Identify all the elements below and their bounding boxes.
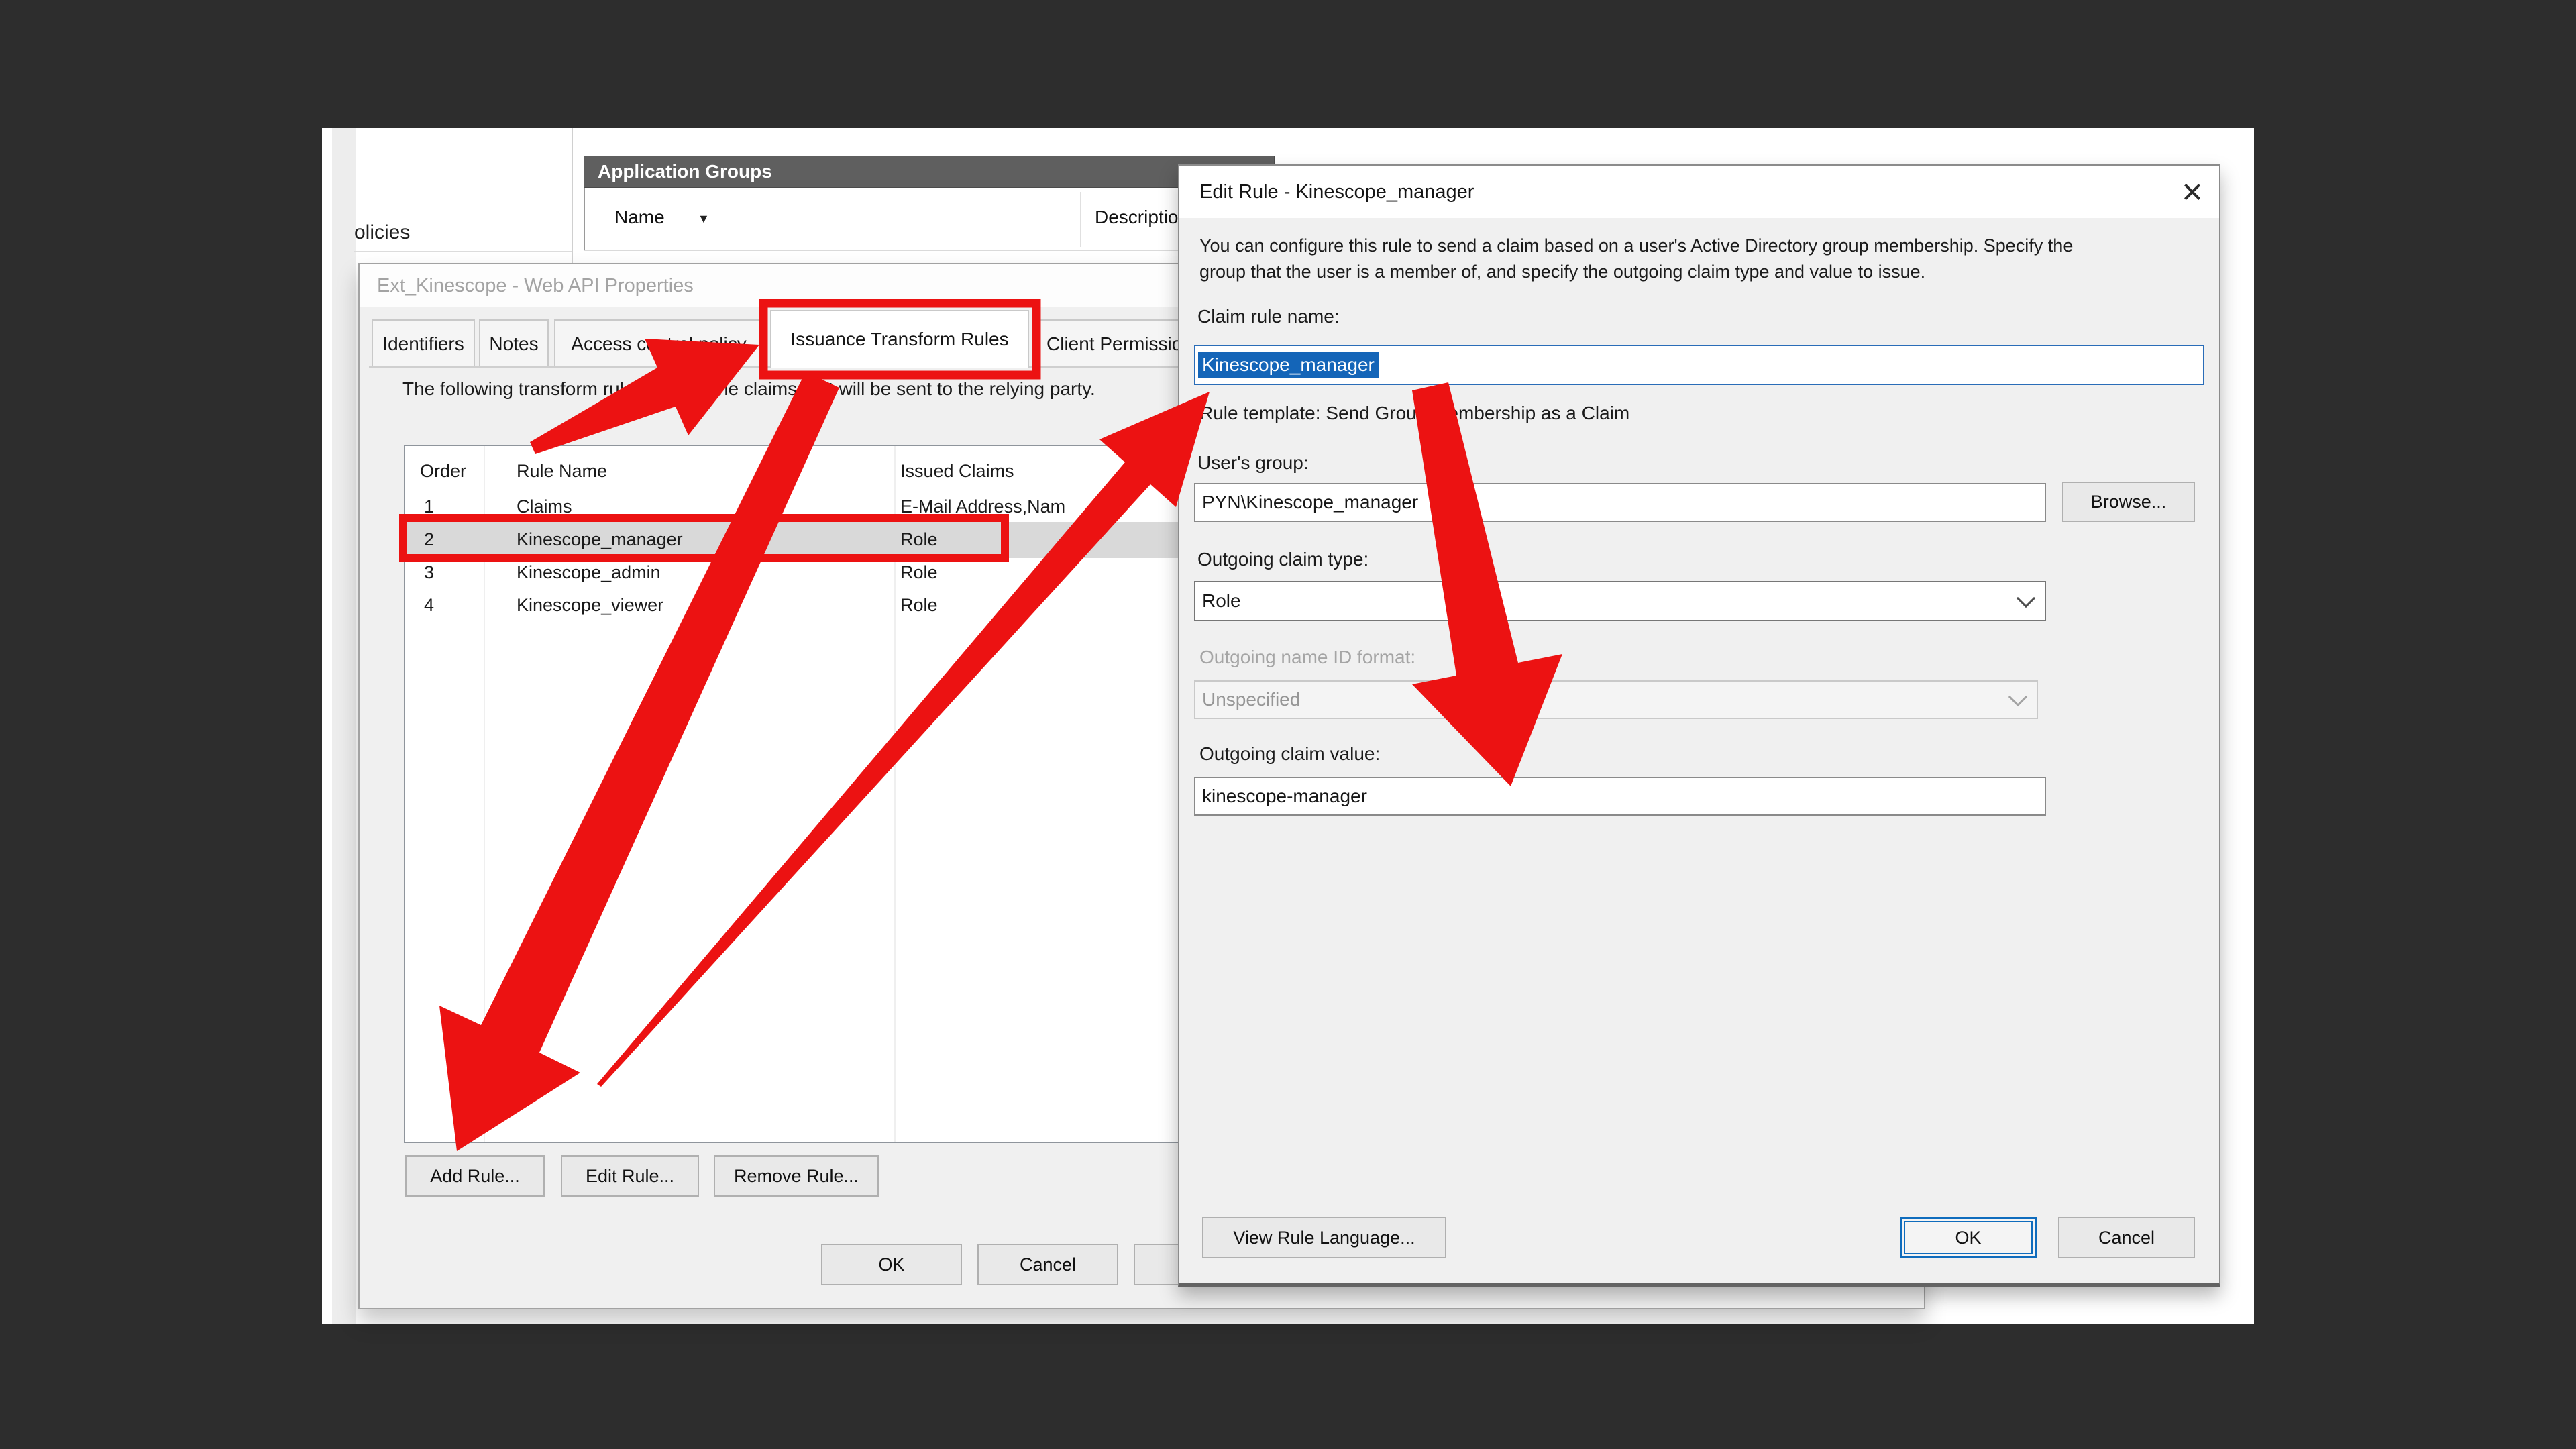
column-separator bbox=[1080, 192, 1081, 247]
edit-rule-title-bar[interactable]: Edit Rule - Kinescope_manager bbox=[1179, 166, 2219, 218]
app-groups-header-bar: Application Groups bbox=[584, 156, 1275, 188]
outgoing-claim-type-select[interactable]: Role bbox=[1194, 581, 2046, 621]
edit-rule-description: You can configure this rule to send a cl… bbox=[1199, 233, 2206, 285]
field-value: kinescope-manager bbox=[1202, 786, 1367, 807]
tab-issuance-transform-rules[interactable]: Issuance Transform Rules bbox=[770, 310, 1029, 368]
edit-rule-button[interactable]: Edit Rule... bbox=[561, 1155, 699, 1197]
row-order: 1 bbox=[424, 496, 434, 517]
button-label: OK bbox=[1955, 1228, 1981, 1248]
row-order: 3 bbox=[424, 562, 434, 583]
claim-rule-name-input[interactable]: Kinescope_manager bbox=[1194, 345, 2204, 385]
selected-option: Unspecified bbox=[1202, 689, 1300, 710]
list-header-row: Name ▼ Description bbox=[584, 188, 1275, 251]
description-line: group that the user is a member of, and … bbox=[1199, 259, 2206, 285]
close-button[interactable]: × bbox=[2171, 171, 2214, 213]
button-label: Add Rule... bbox=[430, 1166, 520, 1187]
row-issued-claims: Role bbox=[900, 595, 938, 616]
button-label: Cancel bbox=[1020, 1254, 1076, 1275]
row-issued-claims: Role bbox=[900, 562, 938, 583]
row-issued-claims: E-Mail Address,Nam bbox=[900, 496, 1065, 517]
tree-item-policies[interactable]: olicies bbox=[354, 221, 410, 244]
row-rule-name: Kinescope_manager bbox=[517, 529, 683, 550]
tab-label: Identifiers bbox=[382, 333, 464, 355]
edit-rule-ok-button[interactable]: OK bbox=[1900, 1217, 2037, 1258]
app-groups-title: Application Groups bbox=[598, 161, 772, 182]
tab-label: Notes bbox=[489, 333, 538, 355]
edit-rule-dialog-title: Edit Rule - Kinescope_manager bbox=[1199, 181, 1474, 203]
properties-cancel-button[interactable]: Cancel bbox=[977, 1244, 1118, 1285]
console-left-gutter bbox=[332, 128, 356, 1324]
button-label: Edit Rule... bbox=[586, 1166, 674, 1187]
tab-label: Access control policy bbox=[571, 333, 746, 355]
chevron-down-icon bbox=[2017, 589, 2035, 608]
users-group-label: User's group: bbox=[1197, 452, 1309, 474]
properties-dialog-title: Ext_Kinescope - Web API Properties bbox=[377, 275, 694, 297]
tree-divider bbox=[354, 251, 572, 252]
selected-option: Role bbox=[1202, 590, 1241, 612]
browse-button[interactable]: Browse... bbox=[2062, 482, 2195, 522]
col-header-order[interactable]: Order bbox=[420, 461, 466, 482]
button-label: OK bbox=[878, 1254, 904, 1275]
claim-rule-name-label: Claim rule name: bbox=[1197, 306, 1340, 327]
close-icon: × bbox=[2182, 174, 2203, 210]
tab-identifiers[interactable]: Identifiers bbox=[372, 319, 475, 368]
row-issued-claims: Role bbox=[900, 529, 938, 550]
row-order: 2 bbox=[424, 529, 434, 550]
button-label: Browse... bbox=[2091, 492, 2167, 513]
properties-ok-button[interactable]: OK bbox=[821, 1244, 962, 1285]
button-label: View Rule Language... bbox=[1233, 1228, 1415, 1248]
row-rule-name: Kinescope_viewer bbox=[517, 595, 663, 616]
col-header-rule-name[interactable]: Rule Name bbox=[517, 461, 607, 482]
row-rule-name: Kinescope_admin bbox=[517, 562, 661, 583]
add-rule-button[interactable]: Add Rule... bbox=[405, 1155, 545, 1197]
field-value: PYN\Kinescope_manager bbox=[1202, 492, 1418, 513]
tab-label: Issuance Transform Rules bbox=[790, 329, 1008, 350]
selected-text: Kinescope_manager bbox=[1198, 352, 1379, 378]
rule-template-text: Rule template: Send Group Membership as … bbox=[1199, 402, 1629, 424]
outgoing-name-id-format-label: Outgoing name ID format: bbox=[1199, 647, 1415, 668]
tab-access-control-policy[interactable]: Access control policy bbox=[554, 319, 763, 368]
row-order: 4 bbox=[424, 595, 434, 616]
edit-rule-cancel-button[interactable]: Cancel bbox=[2058, 1217, 2195, 1258]
tab-notes[interactable]: Notes bbox=[479, 319, 549, 368]
name-column-header[interactable]: Name bbox=[614, 207, 665, 228]
outgoing-name-id-format-select: Unspecified bbox=[1194, 680, 2038, 719]
chevron-down-icon bbox=[2008, 688, 2027, 706]
screenshot-stage: olicies Application Groups Name ▼ Descri… bbox=[0, 0, 2576, 1449]
col-header-issued-claims[interactable]: Issued Claims bbox=[900, 461, 1014, 482]
users-group-input[interactable]: PYN\Kinescope_manager bbox=[1194, 483, 2046, 522]
button-label: Cancel bbox=[2098, 1228, 2155, 1248]
outgoing-claim-type-label: Outgoing claim type: bbox=[1197, 549, 1368, 570]
description-column-header[interactable]: Description bbox=[1095, 207, 1189, 228]
sort-descending-icon[interactable]: ▼ bbox=[698, 212, 710, 226]
transform-rules-description: The following transform rules specify th… bbox=[402, 378, 1095, 400]
pane-divider bbox=[572, 128, 573, 263]
outgoing-claim-value-input[interactable]: kinescope-manager bbox=[1194, 777, 2046, 816]
button-label: Remove Rule... bbox=[734, 1166, 859, 1187]
edit-rule-dialog: Edit Rule - Kinescope_manager × You can … bbox=[1178, 164, 2220, 1287]
remove-rule-button[interactable]: Remove Rule... bbox=[714, 1155, 879, 1197]
outgoing-claim-value-label: Outgoing claim value: bbox=[1199, 743, 1380, 765]
row-rule-name: Claims bbox=[517, 496, 572, 517]
rules-table: Order Rule Name Issued Claims 1 Claims E… bbox=[404, 445, 1269, 1143]
view-rule-language-button[interactable]: View Rule Language... bbox=[1202, 1217, 1446, 1258]
description-line: You can configure this rule to send a cl… bbox=[1199, 233, 2206, 259]
